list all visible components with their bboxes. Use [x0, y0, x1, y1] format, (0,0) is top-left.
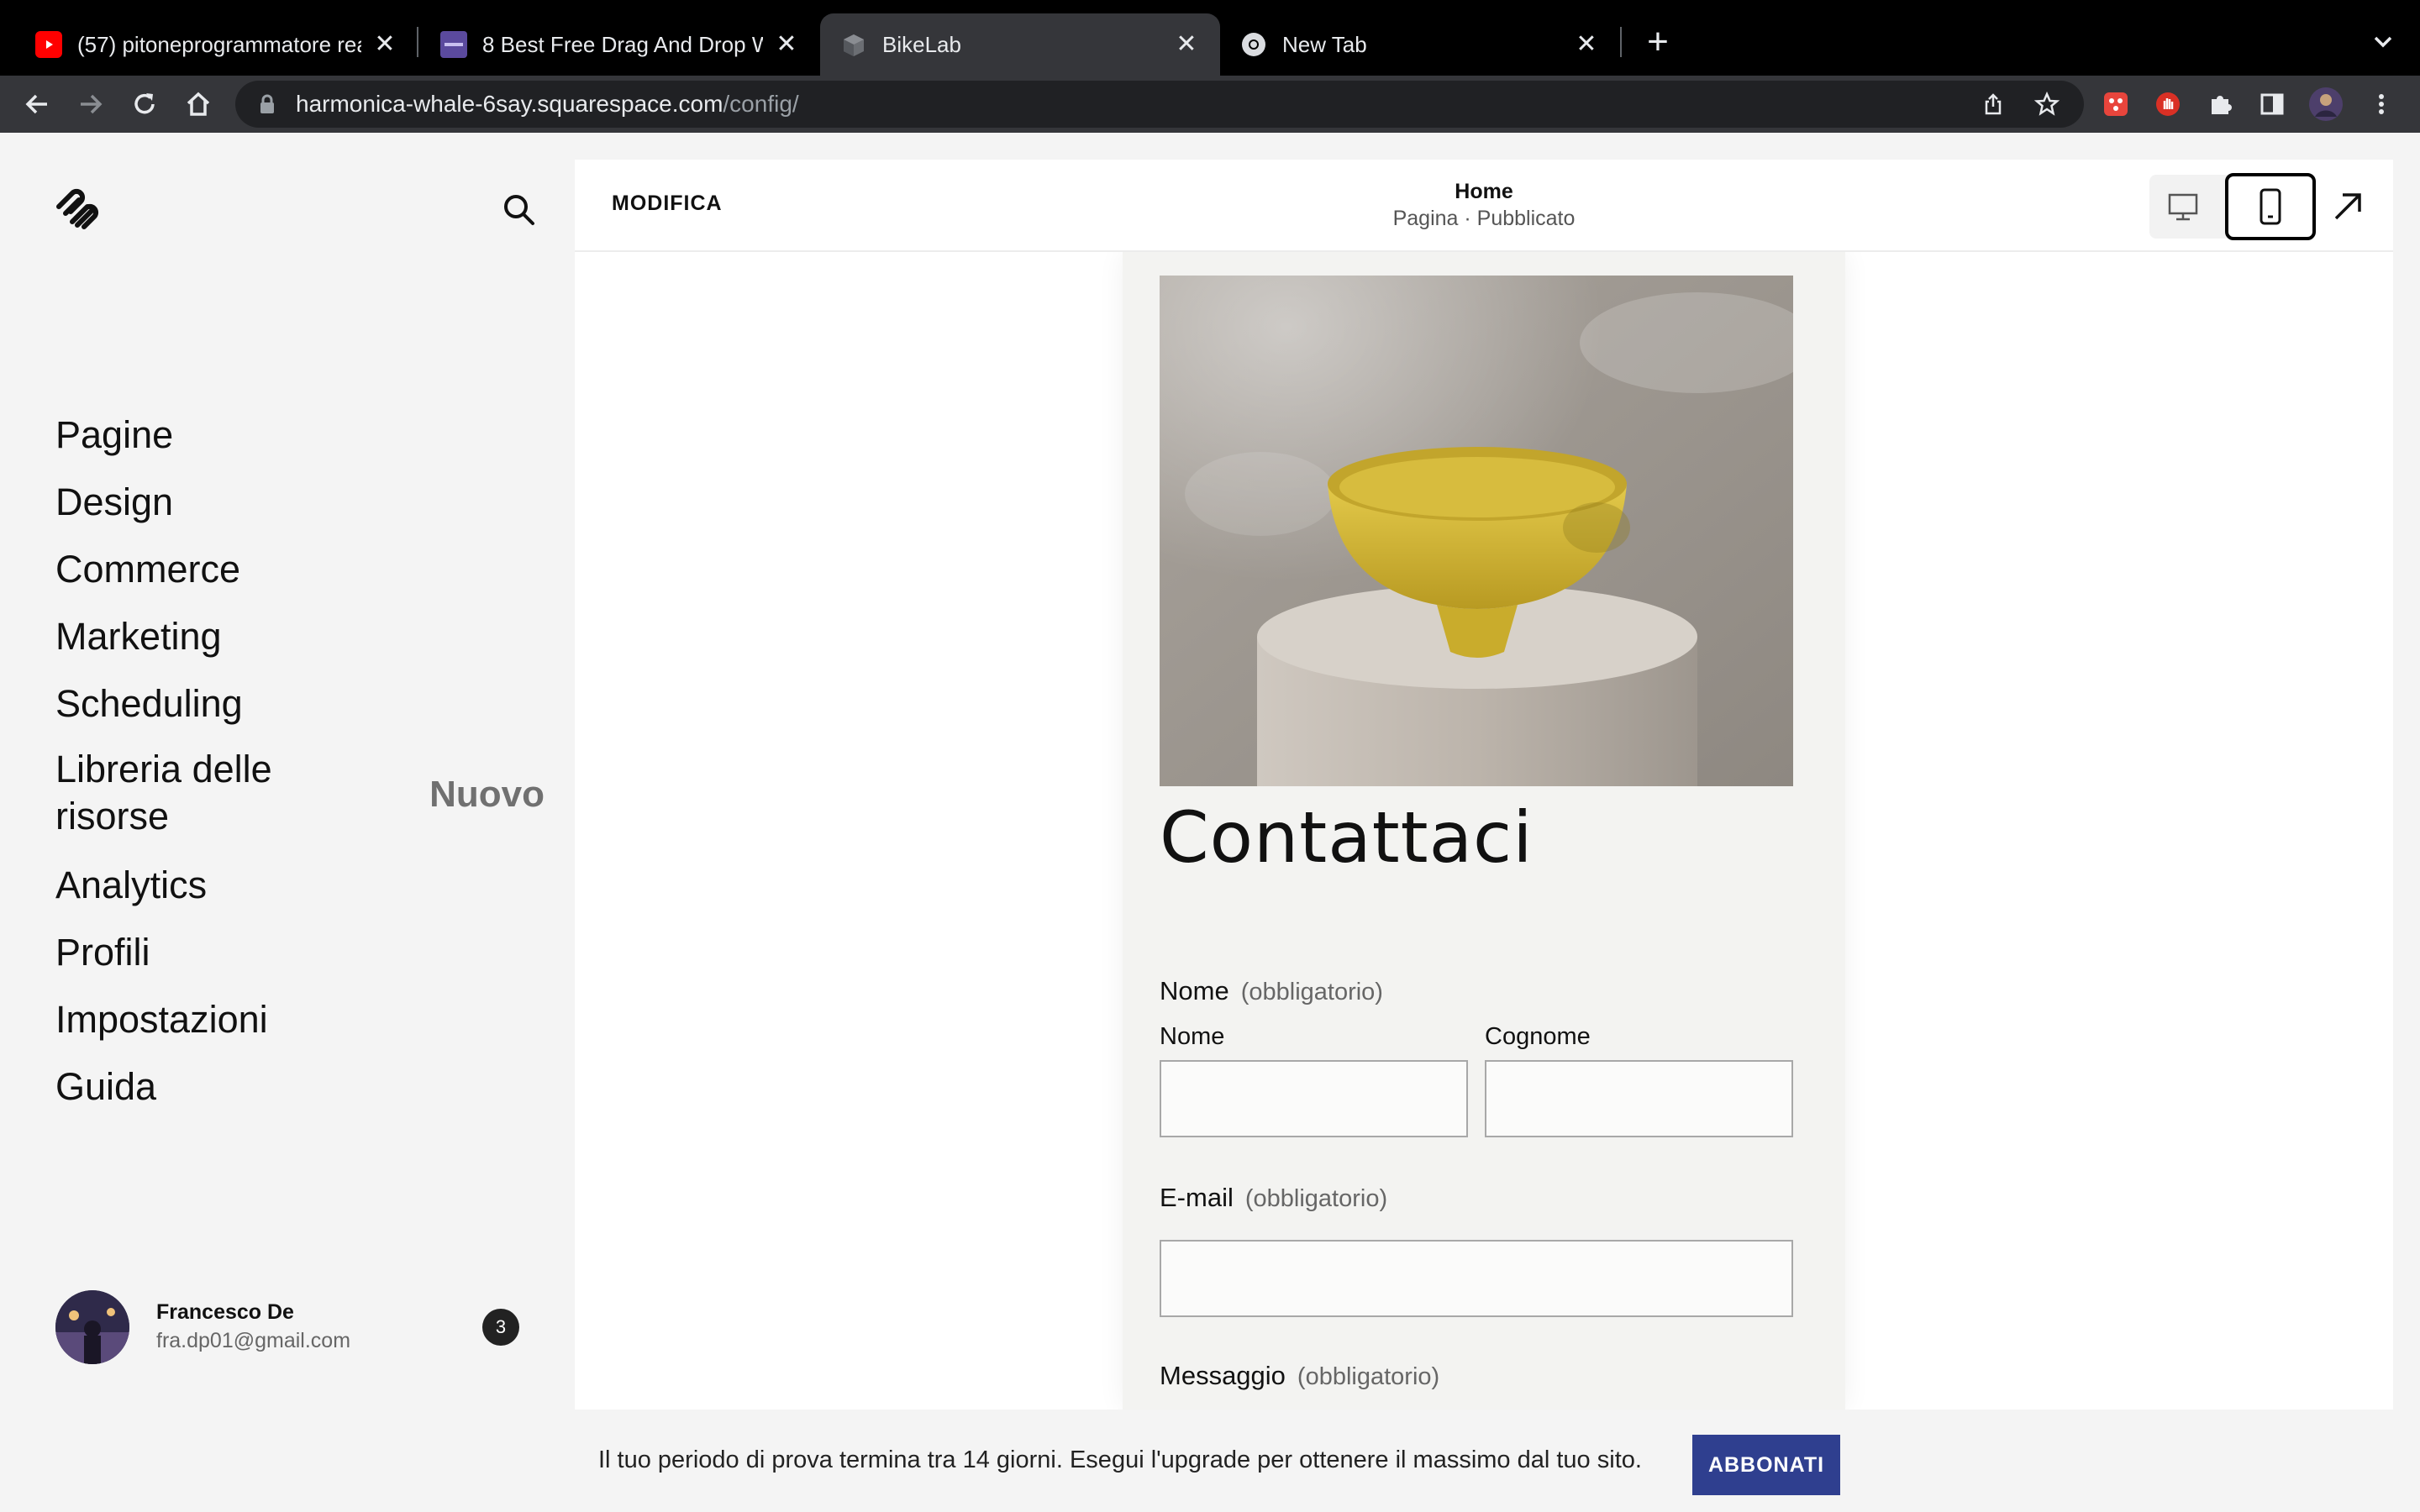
cube-icon [840, 31, 867, 58]
editor-frame: MODIFICA Home Pagina · Pubblicato Contat… [575, 160, 2393, 1410]
trial-message: Il tuo periodo di prova termina tra 14 g… [598, 1446, 1642, 1473]
reload-icon[interactable] [124, 84, 165, 124]
device-view-toggle [2149, 173, 2316, 240]
name-field-label: Nome (obbligatorio) [1160, 976, 1383, 1005]
nav-item-guida[interactable]: Guida [55, 1053, 543, 1121]
close-tab-icon[interactable]: ✕ [1173, 31, 1200, 58]
address-bar[interactable]: harmonica-whale-6say.squarespace.com/con… [235, 81, 2084, 128]
first-name-label: Nome [1160, 1023, 1225, 1050]
main-navigation: Pagine Design Commerce Marketing Schedul… [55, 402, 544, 1121]
browser-tab-colorlib[interactable]: 8 Best Free Drag And Drop We ✕ [420, 13, 820, 76]
notification-count-badge[interactable]: 3 [482, 1309, 519, 1346]
contact-heading: Contattaci [1160, 796, 1534, 879]
new-badge: Nuovo [429, 774, 544, 815]
search-icon[interactable] [499, 190, 539, 230]
page-status: Pagina · Pubblicato [1392, 207, 1576, 230]
hero-image-bowl [1160, 276, 1793, 786]
user-account[interactable]: Francesco De fra.dp01@gmail.com 3 [55, 1290, 543, 1366]
home-icon[interactable] [178, 84, 218, 124]
back-arrow-icon[interactable] [17, 84, 57, 124]
nav-item-design[interactable]: Design [55, 469, 543, 536]
first-name-input[interactable] [1160, 1060, 1468, 1137]
browser-tab-newtab[interactable]: New Tab ✕ [1220, 13, 1620, 76]
trial-banner: Il tuo periodo di prova termina tra 14 g… [0, 1410, 2420, 1512]
new-tab-button[interactable]: + [1639, 24, 1677, 62]
side-panel-icon[interactable] [2254, 86, 2291, 123]
nav-item-pagine[interactable]: Pagine [55, 402, 543, 469]
tab-search-chevron-icon[interactable] [2366, 25, 2400, 59]
url-text: harmonica-whale-6say.squarespace.com/con… [296, 91, 799, 117]
nav-item-analytics[interactable]: Analytics [55, 852, 543, 919]
tab-separator [1620, 27, 1622, 57]
editor-header: MODIFICA Home Pagina · Pubblicato [575, 160, 2393, 252]
colorlib-icon [440, 31, 467, 58]
browser-toolbar: harmonica-whale-6say.squarespace.com/con… [0, 76, 2420, 133]
lock-icon[interactable] [255, 92, 279, 116]
mobile-view-icon[interactable] [2225, 173, 2316, 240]
forward-arrow-icon[interactable] [71, 84, 111, 124]
left-sidebar: Pagine Design Commerce Marketing Schedul… [0, 133, 576, 1512]
browser-tab-strip: (57) pitoneprogrammatore rea ✕ 8 Best Fr… [0, 0, 2420, 76]
mobile-preview-canvas: Contattaci Nome (obbligatorio) Nome Cogno… [1123, 252, 1845, 1410]
nav-item-profili[interactable]: Profili [55, 919, 543, 986]
bookmark-star-icon[interactable] [2027, 84, 2067, 124]
user-name: Francesco De [156, 1300, 294, 1324]
site-preview: Contattaci Nome (obbligatorio) Nome Cogno… [575, 252, 2393, 1410]
close-tab-icon[interactable]: ✕ [773, 31, 800, 58]
browser-tab-bikelab[interactable]: BikeLab ✕ [820, 13, 1220, 76]
nav-item-impostazioni[interactable]: Impostazioni [55, 986, 543, 1053]
user-email: fra.dp01@gmail.com [156, 1329, 351, 1352]
tab-title: 8 Best Free Drag And Drop We [482, 31, 763, 57]
subscribe-button[interactable]: ABBONATI [1692, 1435, 1840, 1495]
desktop-view-icon[interactable] [2161, 185, 2205, 228]
page-title: Home [1455, 180, 1513, 203]
share-icon[interactable] [1973, 84, 2013, 124]
profile-avatar-icon[interactable] [2307, 86, 2344, 123]
email-field-label: E-mail (obbligatorio) [1160, 1183, 1388, 1212]
extension-red-icon[interactable] [2097, 86, 2134, 123]
last-name-input[interactable] [1485, 1060, 1793, 1137]
browser-tab-youtube[interactable]: (57) pitoneprogrammatore rea ✕ [15, 13, 418, 76]
close-tab-icon[interactable]: ✕ [1573, 31, 1600, 58]
extension-hand-icon[interactable] [2149, 86, 2186, 123]
last-name-label: Cognome [1485, 1023, 1591, 1050]
email-input[interactable] [1160, 1240, 1793, 1317]
chrome-icon [1240, 31, 1267, 58]
nav-item-scheduling[interactable]: Scheduling [55, 670, 543, 738]
tab-title: (57) pitoneprogrammatore rea [77, 31, 361, 57]
open-external-arrow-icon[interactable] [2329, 188, 2366, 225]
close-tab-icon[interactable]: ✕ [371, 31, 398, 58]
message-field-label: Messaggio (obbligatorio) [1160, 1361, 1440, 1390]
tab-title: New Tab [1282, 31, 1367, 57]
nav-item-label: Libreria delle risorse [55, 748, 272, 837]
tab-separator [417, 27, 418, 57]
youtube-icon [35, 31, 62, 58]
extensions-puzzle-icon[interactable] [2202, 86, 2238, 123]
tab-title: BikeLab [882, 31, 961, 57]
squarespace-logo-icon[interactable] [54, 185, 103, 234]
nav-item-libreria-risorse[interactable]: Libreria delle risorse Nuovo [55, 738, 544, 852]
avatar[interactable] [55, 1290, 129, 1364]
nav-item-commerce[interactable]: Commerce [55, 536, 543, 603]
browser-menu-icon[interactable] [2363, 86, 2400, 123]
nav-item-marketing[interactable]: Marketing [55, 603, 543, 670]
